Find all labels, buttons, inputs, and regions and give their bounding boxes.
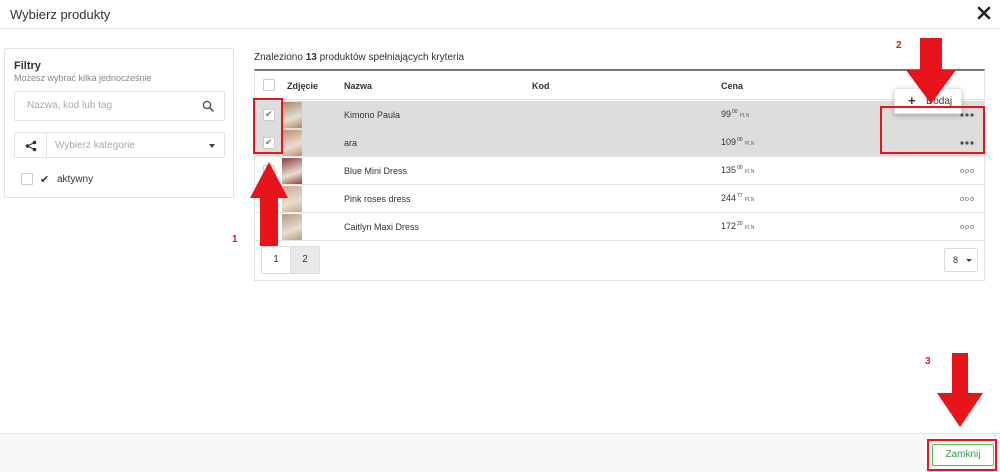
page-button-1[interactable]: 1 xyxy=(261,246,291,274)
active-checkbox[interactable] xyxy=(21,173,33,185)
arrow-down-icon xyxy=(906,38,956,104)
annotation-number-1: 1 xyxy=(232,234,238,245)
products-table: Zdjęcie Nazwa Kod Cena ✔ Kimono Paula 9900… xyxy=(254,69,985,281)
column-price: Cena xyxy=(721,81,744,91)
found-count: 13 xyxy=(305,52,317,63)
price-decimal: 00 xyxy=(737,165,743,171)
page-button-2[interactable]: 2 xyxy=(290,246,320,274)
product-price: 9900PLN xyxy=(721,109,749,119)
category-select[interactable]: Wybierz kategorie xyxy=(46,132,225,158)
more-options-icon[interactable] xyxy=(960,225,974,229)
product-name: Blue Mini Dress xyxy=(344,166,408,176)
price-currency: PLN xyxy=(744,169,755,175)
table-row[interactable]: Blue Mini Dress 13500PLN xyxy=(255,157,984,185)
price-decimal: 00 xyxy=(732,109,738,115)
price-integer: 244 xyxy=(721,193,737,203)
arrow-up-icon xyxy=(250,162,288,246)
close-x-icon[interactable] xyxy=(976,5,992,21)
price-decimal: 20 xyxy=(737,221,743,227)
select-products-modal: Wybierz produkty Filtry Możesz wybrać ki… xyxy=(0,0,1000,472)
annotation-box-2 xyxy=(880,106,985,154)
table-header: Zdjęcie Nazwa Kod Cena xyxy=(255,71,984,100)
modal-footer: Zamknij xyxy=(0,433,1000,472)
annotation-box-3 xyxy=(927,439,997,471)
more-options-icon[interactable] xyxy=(960,197,974,201)
product-name: Caitlyn Maxi Dress xyxy=(344,222,420,232)
found-prefix: Znaleziono xyxy=(254,52,303,63)
per-page-select[interactable]: 8 xyxy=(944,248,978,272)
category-select-placeholder: Wybierz kategorie xyxy=(55,140,135,151)
product-price: 24477PLN xyxy=(721,193,754,203)
column-code: Kod xyxy=(532,81,550,91)
price-decimal: 00 xyxy=(737,137,743,143)
modal-title: Wybierz produkty xyxy=(10,7,111,22)
search-icon[interactable] xyxy=(202,100,214,112)
price-currency: PLN xyxy=(744,225,755,231)
table-row[interactable]: ✔ ara 10900PLN xyxy=(255,129,984,157)
filters-title: Filtry xyxy=(14,60,41,72)
price-integer: 172 xyxy=(721,221,737,231)
product-name: Kimono Paula xyxy=(344,110,401,120)
category-share-button[interactable] xyxy=(14,132,46,158)
modal-header: Wybierz produkty xyxy=(0,0,1000,29)
modal-body: Filtry Możesz wybrać kilka jednocześnie xyxy=(0,30,1000,433)
price-currency: PLN xyxy=(744,141,755,147)
price-integer: 135 xyxy=(721,165,737,175)
chevron-down-icon xyxy=(209,144,215,148)
found-suffix: produktów spełniających kryteria xyxy=(319,52,465,63)
active-label: aktywny xyxy=(57,174,94,185)
column-name: Nazwa xyxy=(344,81,373,91)
results-count-text: Znaleziono 13 produktów spełniających kr… xyxy=(254,52,464,63)
annotation-number-2: 2 xyxy=(896,40,902,51)
price-decimal: 77 xyxy=(737,193,743,199)
product-price: 13500PLN xyxy=(721,165,754,175)
product-thumbnail xyxy=(282,130,302,156)
price-currency: PLN xyxy=(744,197,755,203)
search-input[interactable] xyxy=(27,100,197,111)
product-name: Pink roses dress xyxy=(344,194,411,204)
filters-subtitle: Możesz wybrać kilka jednocześnie xyxy=(14,73,152,83)
column-photo: Zdjęcie xyxy=(287,81,319,91)
price-currency: PLN xyxy=(739,113,750,119)
table-row[interactable]: ✔ Kimono Paula 9900PLN xyxy=(255,101,984,129)
category-filter: Wybierz kategorie xyxy=(14,132,225,158)
select-all-checkbox[interactable] xyxy=(263,79,275,91)
product-price: 17220PLN xyxy=(721,221,754,231)
product-thumbnail xyxy=(282,102,302,128)
search-box xyxy=(14,91,225,121)
product-price: 10900PLN xyxy=(721,137,754,147)
product-name: ara xyxy=(344,138,358,148)
annotation-box-1 xyxy=(253,98,283,154)
price-integer: 99 xyxy=(721,109,732,119)
table-row[interactable]: Pink roses dress 24477PLN xyxy=(255,185,984,213)
check-icon: ✔ xyxy=(40,174,50,186)
arrow-down-icon xyxy=(937,353,983,427)
table-row[interactable]: Caitlyn Maxi Dress 17220PLN xyxy=(255,213,984,241)
filters-panel: Filtry Możesz wybrać kilka jednocześnie xyxy=(4,48,234,198)
more-options-icon[interactable] xyxy=(960,169,974,173)
chevron-down-icon xyxy=(966,259,972,262)
price-integer: 109 xyxy=(721,137,737,147)
per-page-value: 8 xyxy=(953,255,959,265)
share-icon xyxy=(25,140,37,152)
annotation-number-3: 3 xyxy=(925,356,931,367)
